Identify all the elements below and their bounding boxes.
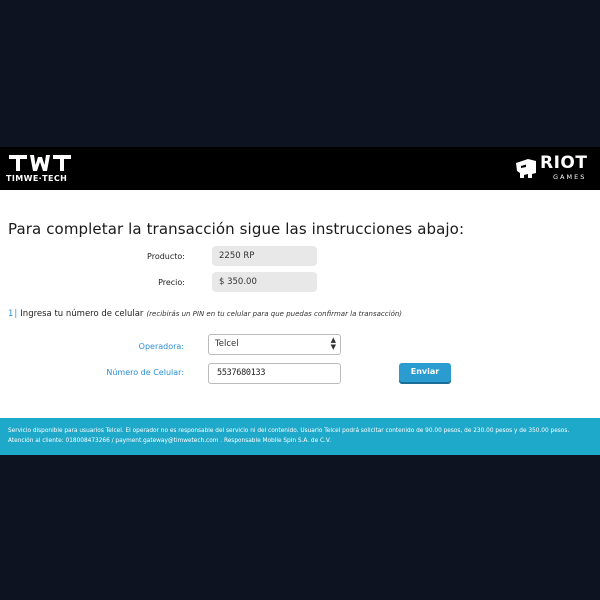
operator-select[interactable]: Telcel ▲ ▼ [208, 334, 341, 355]
twt-logo-mark [9, 155, 71, 171]
step-instruction: 1| Ingresa tu número de celular (recibirás… [8, 309, 402, 319]
product-label: Producto: [147, 252, 185, 261]
select-arrows-icon: ▲ ▼ [330, 336, 336, 351]
bottom-background [0, 455, 600, 600]
header-bar: TIMWE·TECH RIOT GAMES [0, 147, 600, 190]
riot-fist-icon [516, 159, 536, 178]
games-wordmark: GAMES [553, 173, 587, 181]
price-label: Precio: [158, 278, 185, 287]
price-value: $ 350.00 [212, 272, 317, 292]
page-title: Para completar la transacción sigue las … [8, 220, 465, 238]
step-number: 1 [8, 309, 14, 319]
riot-games-logo: RIOT GAMES [515, 153, 590, 183]
footer-disclaimer: Servicio disponible para usuarios Telcel… [8, 428, 570, 444]
step-hint: (recibirás un PIN en tu celular para que… [146, 310, 403, 318]
main-panel: Para completar la transacción sigue las … [0, 190, 600, 418]
step-separator: | [14, 309, 18, 319]
riot-wordmark: RIOT [540, 153, 588, 173]
phone-input[interactable]: 5537680133 [208, 363, 341, 384]
top-background [0, 0, 600, 147]
phone-label: Número de Celular: [106, 368, 184, 377]
operator-label: Operadora: [138, 342, 184, 351]
product-value: 2250 RP [212, 246, 317, 266]
timwe-tech-logo: TIMWE·TECH [6, 153, 76, 185]
operator-selected-value: Telcel [215, 339, 239, 349]
send-button[interactable]: Enviar [399, 363, 451, 382]
step-text: Ingresa tu número de celular [20, 309, 144, 319]
twt-logo-subtitle: TIMWE·TECH [6, 174, 68, 183]
footer-bar: Servicio disponible para usuarios Telcel… [0, 418, 600, 455]
